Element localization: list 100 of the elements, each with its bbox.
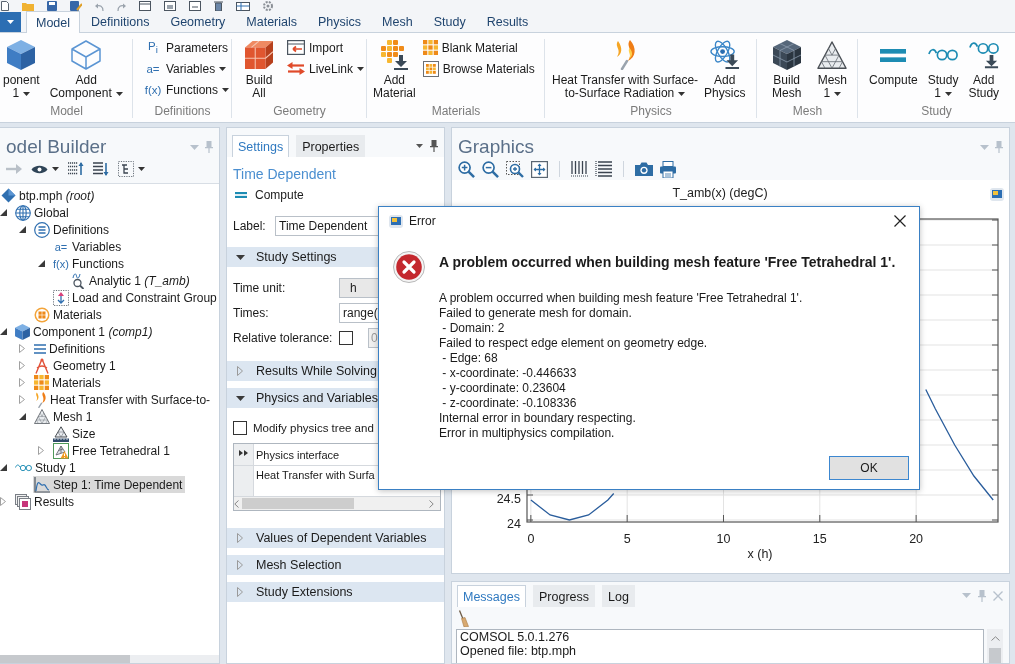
tree-item[interactable]: Analytic 1 (T_amb): [71, 272, 193, 289]
ribbon-button[interactable]: Import: [284, 37, 368, 58]
ribbon-button[interactable]: Add Physics: [701, 37, 749, 103]
checkbox-label: Modify physics tree and: [253, 421, 374, 434]
ok-button[interactable]: OK: [829, 456, 909, 480]
vertical-grid-icon[interactable]: [571, 161, 588, 177]
zoom-extents-icon[interactable]: [531, 160, 548, 178]
ribbon-button[interactable]: P$_{i}$ Parameters: [141, 37, 233, 58]
expanded-arrow-icon[interactable]: [38, 260, 45, 267]
file-menu-button[interactable]: [0, 12, 21, 32]
scrollbar[interactable]: [0, 655, 219, 663]
collapsed-arrow-icon[interactable]: [0, 497, 6, 506]
tree-item[interactable]: Component 1 (comp1): [14, 323, 156, 340]
list-arrow-up-icon[interactable]: [68, 162, 84, 176]
scrollbar-thumb[interactable]: [242, 498, 354, 509]
ribbon-button[interactable]: Build All: [242, 37, 276, 103]
camera-icon[interactable]: [635, 162, 653, 176]
ribbon-button[interactable]: f(x) Functions: [141, 79, 233, 100]
ribbon-tab[interactable]: Model: [26, 11, 81, 33]
view-menu-button[interactable]: [31, 164, 59, 174]
tree-item[interactable]: a= Variables: [52, 238, 125, 255]
ribbon-button[interactable]: Study 1: [924, 37, 962, 103]
section-header[interactable]: Mesh Selection: [227, 555, 444, 575]
panel-tab[interactable]: Log: [602, 585, 635, 607]
tree-item[interactable]: Definitions: [33, 221, 113, 238]
tree-item[interactable]: Definitions: [33, 340, 109, 357]
tree-item[interactable]: Study 1: [14, 459, 79, 476]
ribbon-tab[interactable]: Study: [423, 11, 476, 32]
tree-item[interactable]: Materials: [33, 306, 105, 323]
tree-item[interactable]: Heat Transfer with Surface-to-: [33, 391, 214, 408]
ribbon-button[interactable]: a= Variables: [141, 58, 233, 79]
ribbon-button[interactable]: Build Mesh: [769, 37, 805, 103]
section-header[interactable]: Study Extensions: [227, 582, 444, 602]
expanded-arrow-icon[interactable]: [0, 209, 7, 216]
zoom-out-icon[interactable]: [482, 160, 499, 178]
ribbon-tab[interactable]: Definitions: [81, 11, 160, 32]
expanded-arrow-icon[interactable]: [0, 464, 7, 471]
tree-item[interactable]: Mesh 1: [33, 408, 96, 425]
panel-tab[interactable]: Messages: [457, 585, 526, 607]
zoom-in-icon[interactable]: [458, 160, 475, 178]
ribbon-tab[interactable]: Results: [476, 11, 539, 32]
expanded-arrow-icon[interactable]: [19, 226, 26, 233]
scroll-up-icon[interactable]: [990, 636, 1000, 641]
panel-tab[interactable]: Properties: [296, 135, 366, 157]
tree-item[interactable]: Size: [52, 425, 99, 442]
horizontal-grid-icon[interactable]: [595, 161, 612, 177]
tree-item[interactable]: btp.mph (root): [0, 187, 98, 204]
print-icon[interactable]: [660, 160, 676, 178]
zoom-box-icon[interactable]: [506, 160, 524, 178]
ribbon-tab[interactable]: Geometry: [160, 11, 236, 32]
ribbon-tab[interactable]: Mesh: [372, 11, 423, 32]
tree-item[interactable]: Materials: [33, 374, 104, 391]
ribbon-button[interactable]: Heat Transfer with Surface- to-Surface Radiation: [549, 37, 702, 103]
ribbon-button[interactable]: Add Component: [46, 37, 126, 103]
scrollbar-thumb[interactable]: [989, 648, 1001, 663]
scrollbar-thumb[interactable]: [0, 655, 130, 663]
text-field[interactable]: Time Dependent: [275, 216, 379, 236]
scrollbar[interactable]: [234, 497, 440, 510]
tree-item[interactable]: Geometry 1: [33, 357, 119, 374]
ribbon-tab[interactable]: Physics: [308, 11, 372, 32]
checkbox[interactable]: [233, 420, 247, 435]
collapsed-arrow-icon[interactable]: [19, 395, 25, 404]
compute-button[interactable]: Compute: [235, 186, 304, 204]
broom-icon[interactable]: [458, 609, 469, 627]
expanded-arrow-icon[interactable]: [0, 328, 7, 335]
select-field[interactable]: h: [339, 278, 378, 298]
scroll-right-icon[interactable]: [429, 499, 434, 508]
ribbon-button[interactable]: Add Material: [370, 37, 419, 103]
field-label: Label:: [233, 219, 267, 233]
ribbon-button[interactable]: Add Study: [965, 37, 1003, 103]
ribbon-button[interactable]: Compute: [866, 37, 921, 103]
undo-icon: [95, 3, 104, 11]
equals-icon: [235, 192, 247, 198]
tree-item[interactable]: Global: [14, 204, 72, 221]
ribbon-button[interactable]: Blank Material: [419, 37, 538, 58]
panel-tab[interactable]: Settings: [232, 135, 290, 157]
text-field[interactable]: range(: [339, 303, 378, 323]
scroll-left-icon[interactable]: [234, 499, 239, 508]
collapsed-arrow-icon[interactable]: [19, 378, 25, 387]
panel-tab[interactable]: Progress: [533, 585, 595, 607]
tree-item[interactable]: Free Tetrahedral 1: [52, 442, 173, 459]
ribbon-tab[interactable]: Materials: [236, 11, 308, 32]
collapsed-arrow-icon[interactable]: [19, 344, 25, 353]
tree-item[interactable]: Step 1: Time Dependent: [33, 476, 186, 493]
ribbon-button[interactable]: LiveLink: [284, 58, 368, 79]
ribbon-button[interactable]: Browse Materials: [419, 58, 538, 79]
ribbon-button[interactable]: ponent 1: [0, 37, 43, 103]
message-line: - y-coordinate: 0.23604: [441, 381, 567, 396]
tree-item[interactable]: Results: [14, 493, 77, 510]
expanded-arrow-icon[interactable]: [19, 413, 26, 420]
display-icon[interactable]: [990, 188, 1004, 201]
tree-item[interactable]: Load and Constraint Group: [52, 289, 219, 306]
collapsed-arrow-icon[interactable]: [38, 446, 44, 455]
ribbon-button[interactable]: Mesh 1: [814, 37, 851, 103]
tree-item[interactable]: f(x) Functions: [52, 255, 128, 272]
scrollbar[interactable]: [987, 629, 1003, 663]
section-header[interactable]: Values of Dependent Variables: [227, 528, 444, 548]
collapsed-arrow-icon[interactable]: [19, 361, 25, 370]
layout-menu-button[interactable]: [118, 161, 145, 177]
list-arrow-down-icon[interactable]: [93, 162, 109, 176]
